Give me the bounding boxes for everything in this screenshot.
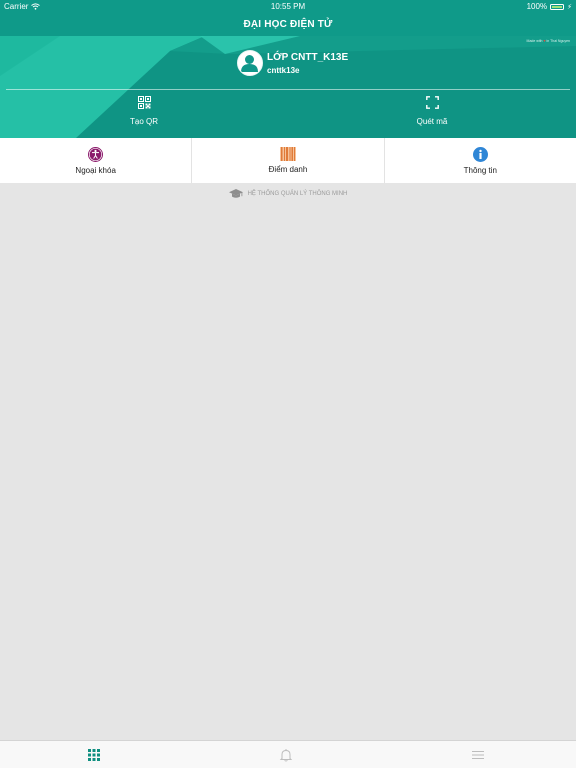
attendance-label: Điểm danh bbox=[268, 165, 308, 174]
attendance-button[interactable]: Điểm danh bbox=[191, 138, 383, 183]
bell-icon bbox=[279, 749, 293, 762]
tagline-text: HỆ THỐNG QUẢN LÝ THÔNG MINH bbox=[247, 191, 348, 197]
nav-bar: ĐẠI HỌC ĐIỆN TỬ bbox=[0, 12, 576, 36]
accessibility-icon bbox=[88, 147, 104, 162]
scan-code-button[interactable]: Quét mã bbox=[392, 96, 472, 126]
class-name: LỚP CNTT_K13E bbox=[267, 51, 349, 63]
extracurricular-button[interactable]: Ngoại khóa bbox=[0, 138, 191, 183]
menu-icon bbox=[472, 751, 484, 759]
battery-icon bbox=[550, 3, 565, 10]
information-label: Thông tin bbox=[463, 166, 497, 175]
battery-percent: 100% bbox=[526, 2, 548, 11]
grid-icon bbox=[88, 749, 100, 761]
bottom-tab-bar bbox=[0, 740, 576, 768]
status-bar: Carrier 10:55 PM 100% ⚡ bbox=[0, 0, 576, 12]
scan-frame-icon bbox=[425, 96, 439, 109]
battery-info: 100% ⚡ bbox=[527, 2, 572, 11]
extracurricular-label: Ngoại khóa bbox=[75, 166, 116, 175]
username: cnttk13e bbox=[267, 65, 300, 75]
avatar[interactable] bbox=[237, 50, 263, 76]
page-title: ĐẠI HỌC ĐIỆN TỬ bbox=[243, 18, 333, 30]
scan-code-label: Quét mã bbox=[416, 117, 448, 126]
profile-header: Made with ♥ in Thai Nguyen LỚP CNTT_K13E… bbox=[0, 36, 576, 138]
profile-block[interactable]: LỚP CNTT_K13E cnttk13e bbox=[237, 50, 348, 76]
profile-text: LỚP CNTT_K13E cnttk13e bbox=[267, 52, 348, 75]
tab-home[interactable] bbox=[87, 748, 101, 762]
quick-menu: Ngoại khóa Điểm danh Thông tin bbox=[0, 138, 576, 183]
made-with-credit: Made with ♥ in Thai Nguyen bbox=[526, 39, 570, 43]
system-tagline: HỆ THỐNG QUẢN LÝ THÔNG MINH bbox=[0, 189, 576, 199]
information-button[interactable]: Thông tin bbox=[383, 138, 576, 183]
charging-icon: ⚡ bbox=[567, 3, 572, 11]
qr-code-icon bbox=[137, 96, 151, 109]
create-qr-button[interactable]: Tạo QR bbox=[104, 96, 184, 126]
tab-notifications[interactable] bbox=[279, 748, 293, 762]
tab-menu[interactable] bbox=[471, 748, 485, 762]
create-qr-label: Tạo QR bbox=[129, 117, 158, 126]
barcode-icon bbox=[279, 147, 296, 161]
user-avatar-icon bbox=[241, 55, 258, 72]
graduation-cap-icon bbox=[228, 189, 243, 198]
status-time: 10:55 PM bbox=[270, 2, 306, 11]
header-divider bbox=[6, 89, 570, 90]
info-icon bbox=[472, 147, 488, 162]
